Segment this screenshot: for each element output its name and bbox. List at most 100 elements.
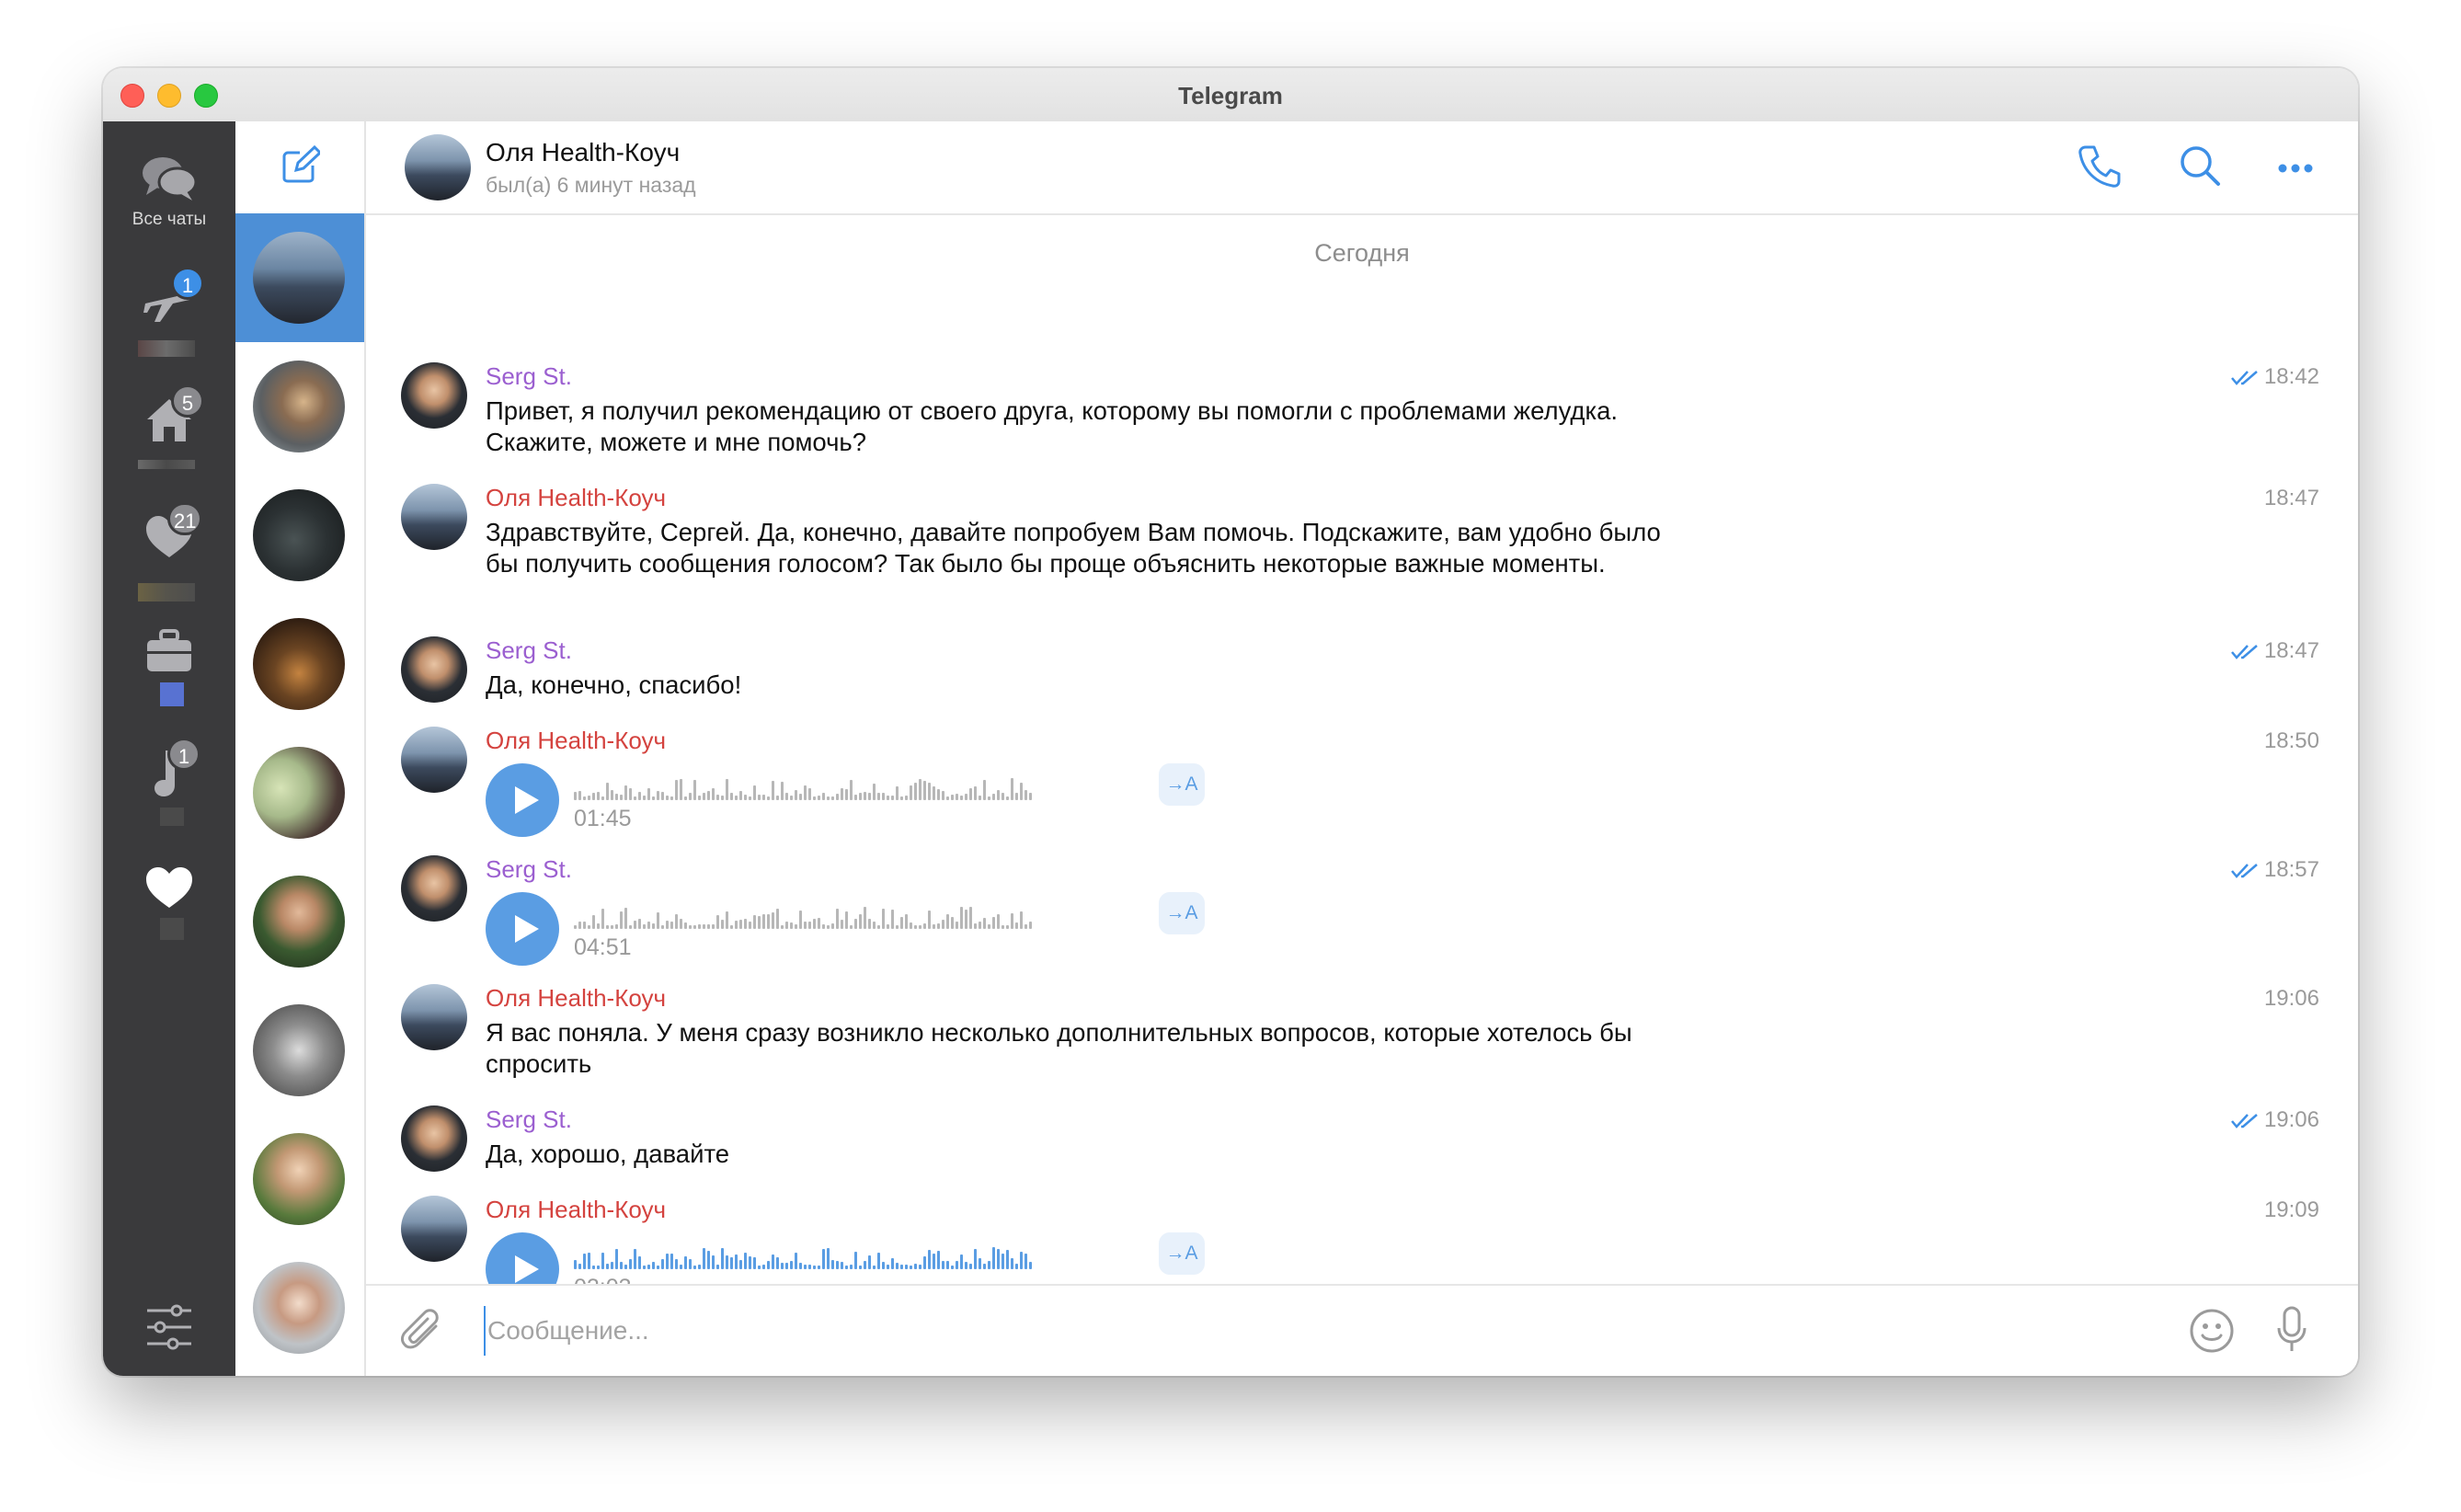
message-author[interactable]: Serg St.: [486, 1105, 572, 1134]
compose-button[interactable]: [281, 144, 323, 189]
avatar[interactable]: [401, 1105, 467, 1172]
waveform-bar: [721, 796, 724, 800]
waveform-bar: [762, 1265, 765, 1269]
waveform-bar: [1029, 793, 1032, 800]
message-author[interactable]: Оля Health-Коуч: [486, 1196, 666, 1224]
waveform-bar: [703, 1248, 705, 1269]
folder-music[interactable]: 1: [103, 738, 235, 826]
waveform-bar: [629, 1259, 632, 1269]
folder-airplane[interactable]: 1: [103, 267, 235, 357]
message-author[interactable]: Оля Health-Коуч: [486, 984, 666, 1013]
message-text: Я вас поняла. У меня сразу возникло неск…: [486, 1018, 1632, 1078]
chat-list-item[interactable]: [235, 1243, 364, 1372]
chat-list-item[interactable]: [235, 986, 364, 1115]
avatar[interactable]: [401, 855, 467, 922]
chat-list-item[interactable]: [235, 600, 364, 728]
folder-liked[interactable]: [103, 865, 235, 940]
waveform-bar: [864, 1261, 866, 1269]
waveform-bar: [684, 922, 687, 929]
waveform-bar: [827, 925, 830, 929]
waveform-bar: [739, 791, 742, 800]
waveform-bar: [827, 796, 830, 800]
message-author[interactable]: Serg St.: [486, 636, 572, 665]
chat-list-item[interactable]: [235, 471, 364, 600]
search-button[interactable]: [2178, 143, 2222, 192]
folders-settings-button[interactable]: [143, 1303, 195, 1356]
waveform-bar: [643, 924, 646, 929]
avatar[interactable]: [401, 362, 467, 429]
chat-list-item[interactable]: [235, 728, 364, 857]
waveform-bar: [730, 925, 733, 929]
folder-badge: 21: [167, 502, 203, 535]
transcribe-button[interactable]: →A: [1159, 892, 1205, 934]
call-button[interactable]: [2077, 143, 2121, 194]
waveform-bar: [841, 1262, 843, 1269]
waveform-bar: [749, 1256, 751, 1269]
message-author[interactable]: Serg St.: [486, 855, 572, 884]
avatar[interactable]: [405, 134, 471, 200]
voice-waveform[interactable]: [574, 901, 1034, 929]
avatar[interactable]: [401, 727, 467, 793]
avatar[interactable]: [401, 1196, 467, 1262]
voice-waveform[interactable]: [574, 1242, 1034, 1269]
message-author[interactable]: Оля Health-Коуч: [486, 484, 666, 512]
voice-record-button[interactable]: [2275, 1306, 2308, 1358]
message-author[interactable]: Serg St.: [486, 362, 572, 391]
message-text: Да, конечно, спасибо!: [486, 670, 742, 699]
message-author[interactable]: Оля Health-Коуч: [486, 727, 666, 755]
voice-play-button[interactable]: [486, 763, 559, 837]
waveform-bar: [772, 1254, 774, 1269]
chat-list-item[interactable]: [235, 857, 364, 986]
waveform-bar: [776, 796, 779, 800]
avatar[interactable]: [401, 484, 467, 550]
waveform-bar: [859, 1266, 862, 1269]
waveform-bar: [988, 924, 990, 929]
waveform-bar: [850, 1265, 853, 1269]
chat-list-item[interactable]: [235, 1115, 364, 1243]
waveform-bar: [1024, 924, 1027, 929]
waveform-bar: [698, 796, 701, 800]
waveform-bar: [1015, 922, 1018, 929]
avatar[interactable]: [401, 984, 467, 1050]
attach-button[interactable]: [401, 1308, 443, 1357]
folder-work[interactable]: [103, 629, 235, 706]
message-input[interactable]: [484, 1306, 2145, 1356]
waveform-bar: [647, 788, 650, 800]
emoji-button[interactable]: [2189, 1308, 2235, 1358]
avatar[interactable]: [401, 636, 467, 703]
waveform-bar: [850, 780, 853, 800]
transcribe-button[interactable]: →A: [1159, 1232, 1205, 1275]
waveform-bar: [1002, 1254, 1004, 1269]
waveform-bar: [928, 783, 931, 800]
waveform-bar: [795, 790, 797, 800]
briefcase-icon: [147, 629, 191, 671]
avatar: [253, 232, 345, 324]
waveform-bar: [666, 1254, 669, 1269]
waveform-bar: [914, 1264, 917, 1269]
waveform-bar: [790, 922, 793, 929]
chat-title[interactable]: Оля Health-Коуч: [486, 138, 680, 167]
waveform-bar: [1029, 1262, 1032, 1269]
waveform-bar: [983, 918, 986, 929]
message-text: Привет, я получил рекомендацию от своего…: [486, 396, 1619, 456]
waveform-bar: [891, 796, 894, 800]
more-button[interactable]: [2277, 162, 2314, 178]
waveform-bar: [822, 793, 825, 800]
waveform-bar: [735, 1254, 738, 1269]
waveform-bar: [900, 917, 903, 929]
chat-list-item[interactable]: [235, 342, 364, 471]
waveform-bar: [1024, 790, 1027, 800]
waveform-bar: [905, 796, 908, 800]
folder-all-chats[interactable]: Все чаты: [103, 155, 235, 230]
transcribe-button[interactable]: →A: [1159, 763, 1205, 806]
chat-list-item[interactable]: [235, 213, 364, 342]
folder-favorites-chat[interactable]: 21: [103, 502, 235, 601]
voice-play-button[interactable]: [486, 892, 559, 966]
voice-waveform[interactable]: [574, 773, 1034, 800]
waveform-bar: [647, 1265, 650, 1269]
folder-home[interactable]: 5: [103, 384, 235, 469]
waveform-bar: [730, 793, 733, 800]
message-time: 18:47: [2230, 638, 2319, 664]
read-checks-icon: [2230, 1113, 2258, 1128]
waveform-bar: [670, 796, 673, 800]
